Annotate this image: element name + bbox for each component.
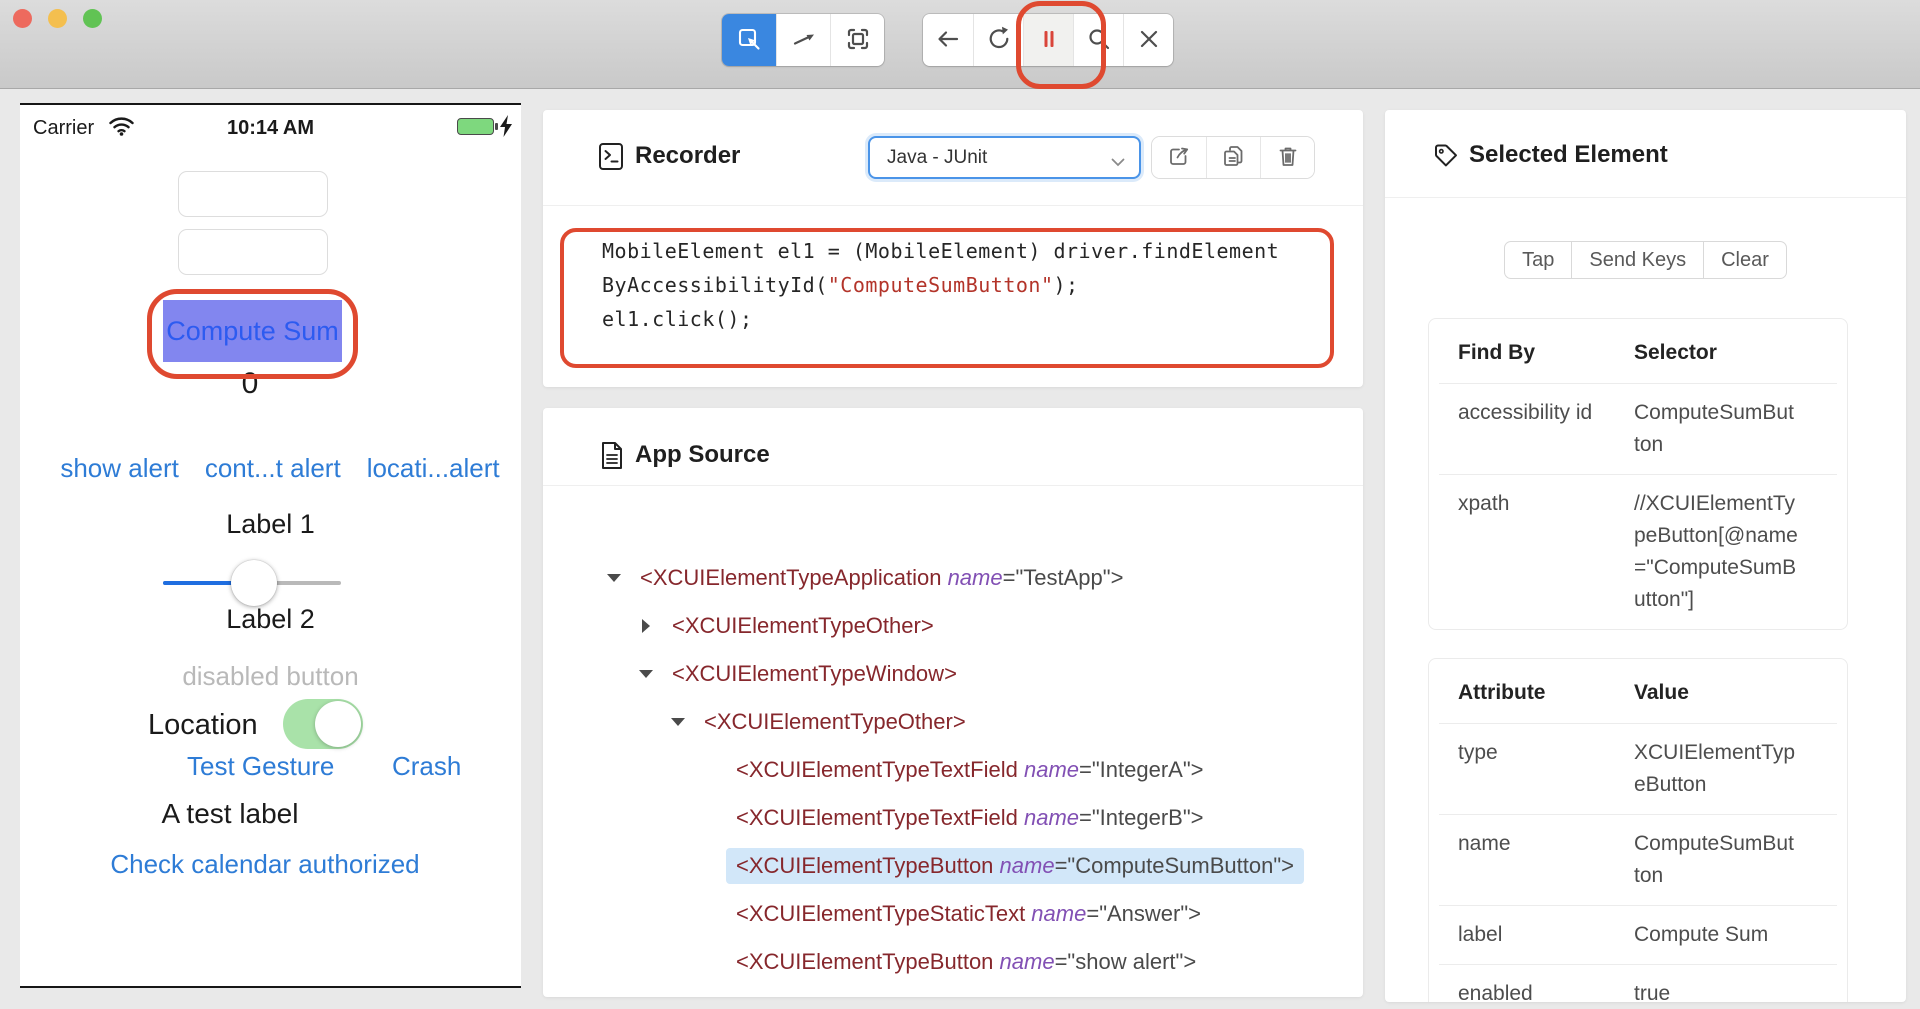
test-gesture-link[interactable]: Test Gesture — [187, 751, 334, 782]
language-dropdown[interactable]: Java - JUnit — [868, 136, 1141, 179]
table-header: AttributeValue — [1439, 659, 1837, 723]
session-controls-group — [923, 14, 1173, 66]
trash-icon — [1276, 144, 1300, 171]
integer-a-field[interactable] — [178, 171, 328, 217]
answer-label: 0 — [20, 367, 480, 401]
window-titlebar — [0, 0, 1920, 89]
clear-recording-button[interactable] — [1260, 137, 1314, 178]
tree-node[interactable]: <XCUIElementTypeTextField name="IntegerA… — [543, 746, 1363, 794]
caret-down-icon[interactable] — [604, 574, 624, 582]
location-label: Location — [148, 709, 258, 742]
tag-icon — [1432, 142, 1460, 175]
tree-node[interactable]: <XCUIElementTypeButton name="show alert"… — [543, 938, 1363, 986]
minimize-window-button[interactable] — [48, 9, 67, 28]
table-row: nameComputeSumButton — [1439, 814, 1837, 905]
send-keys-action-button[interactable]: Send Keys — [1571, 241, 1704, 279]
traffic-lights — [13, 9, 102, 28]
table-row: typeXCUIElementTypeButton — [1439, 723, 1837, 814]
alert-link[interactable]: locati...alert — [367, 453, 500, 484]
table-header: Find BySelector — [1439, 319, 1837, 383]
test-label: A test label — [20, 798, 440, 830]
export-icon — [1167, 144, 1191, 171]
tree-node[interactable]: <XCUIElementTypeApplication name="TestAp… — [543, 554, 1363, 602]
recorder-header-divider — [543, 205, 1363, 206]
table-row: accessibility idComputeSumButton — [1439, 383, 1837, 474]
tap-action-button[interactable]: Tap — [1504, 241, 1572, 279]
select-elements-mode-button[interactable] — [722, 14, 776, 66]
attributes-table: AttributeValuetypeXCUIElementTypeButtonn… — [1428, 658, 1848, 1002]
recorder-title: Recorder — [635, 142, 740, 170]
tree-node[interactable]: <XCUIElementTypeTextField name="IntegerB… — [543, 794, 1363, 842]
pause-recording-button[interactable] — [1023, 14, 1073, 66]
table-row: labelCompute Sum — [1439, 905, 1837, 964]
recorder-icon — [598, 142, 625, 176]
alert-links-row: show alert cont...t alert locati...alert — [60, 453, 500, 484]
check-calendar-link[interactable]: Check calendar authorized — [20, 849, 510, 880]
close-session-button[interactable] — [1123, 14, 1173, 66]
select-element-icon — [735, 25, 763, 56]
refresh-button[interactable] — [973, 14, 1023, 66]
code-block: MobileElement el1 = (MobileElement) driv… — [602, 234, 1279, 336]
alert-link[interactable]: cont...t alert — [205, 453, 341, 484]
search-button[interactable] — [1073, 14, 1123, 66]
battery-icon — [457, 118, 494, 135]
tap-by-coordinates-button[interactable] — [830, 14, 884, 66]
app-source-title: App Source — [635, 441, 770, 469]
back-button[interactable] — [923, 14, 973, 66]
label-1: Label 1 — [20, 509, 521, 540]
clear-action-button[interactable]: Clear — [1703, 241, 1787, 279]
slider-thumb[interactable] — [231, 560, 277, 606]
back-icon — [934, 25, 962, 56]
caret-right-icon[interactable] — [636, 619, 656, 633]
swipe-by-coordinates-button[interactable] — [776, 14, 830, 66]
selected-element-header-divider — [1385, 197, 1906, 198]
tap-coordinates-icon — [844, 25, 872, 56]
clock-label: 10:14 AM — [20, 115, 521, 141]
search-icon — [1085, 25, 1113, 56]
charging-bolt-icon — [499, 115, 513, 142]
chevron-down-icon — [1111, 154, 1125, 172]
label-2: Label 2 — [20, 604, 521, 635]
tree-node[interactable]: <XCUIElementTypeButton name="ComputeSumB… — [543, 842, 1363, 890]
recorder-panel: Recorder Java - JUnit — [543, 110, 1363, 387]
language-selected-value: Java - JUnit — [887, 147, 987, 169]
table-row: xpath//XCUIElementTypeButton[@name="Comp… — [1439, 474, 1837, 629]
disabled-button: disabled button — [20, 661, 521, 692]
caret-down-icon[interactable] — [668, 718, 688, 726]
device-screenshot-panel[interactable]: Carrier 10:14 AM Compute Sum 0 show aler… — [20, 103, 521, 988]
integer-b-field[interactable] — [178, 229, 328, 275]
interaction-mode-group — [722, 14, 884, 66]
zoom-window-button[interactable] — [83, 9, 102, 28]
element-actions-group: TapSend KeysClear — [1385, 241, 1906, 279]
close-icon — [1135, 25, 1163, 56]
tree-node[interactable]: <XCUIElementTypeOther> — [543, 698, 1363, 746]
swipe-icon — [790, 25, 818, 56]
appium-inspector-window: Carrier 10:14 AM Compute Sum 0 show aler… — [0, 0, 1920, 1009]
alert-link[interactable]: show alert — [60, 453, 179, 484]
close-window-button[interactable] — [13, 9, 32, 28]
tree-node[interactable]: <XCUIElementTypeStaticText name="Answer"… — [543, 890, 1363, 938]
source-tree: <XCUIElementTypeApplication name="TestAp… — [543, 554, 1363, 986]
document-icon — [600, 441, 624, 475]
app-source-panel: App Source <XCUIElementTypeApplication n… — [543, 408, 1363, 997]
app-source-header-divider — [543, 485, 1363, 486]
selected-element-title: Selected Element — [1469, 141, 1668, 169]
table-row: enabledtrue — [1439, 964, 1837, 1002]
recorder-actions-group — [1152, 137, 1314, 178]
caret-down-icon[interactable] — [636, 670, 656, 678]
tree-node[interactable]: <XCUIElementTypeOther> — [543, 602, 1363, 650]
pause-icon — [1035, 25, 1063, 56]
compute-sum-button[interactable]: Compute Sum — [163, 300, 342, 362]
copy-code-button[interactable] — [1206, 137, 1260, 178]
switch-knob — [315, 701, 361, 747]
crash-link[interactable]: Crash — [392, 751, 461, 782]
export-code-button[interactable] — [1152, 137, 1206, 178]
tree-node[interactable]: <XCUIElementTypeWindow> — [543, 650, 1363, 698]
location-switch[interactable] — [283, 699, 363, 749]
refresh-icon — [985, 25, 1013, 56]
find-by-table: Find BySelectoraccessibility idComputeSu… — [1428, 318, 1848, 630]
copy-icon — [1222, 144, 1246, 171]
selected-element-panel: Selected Element TapSend KeysClear Find … — [1385, 110, 1906, 1002]
